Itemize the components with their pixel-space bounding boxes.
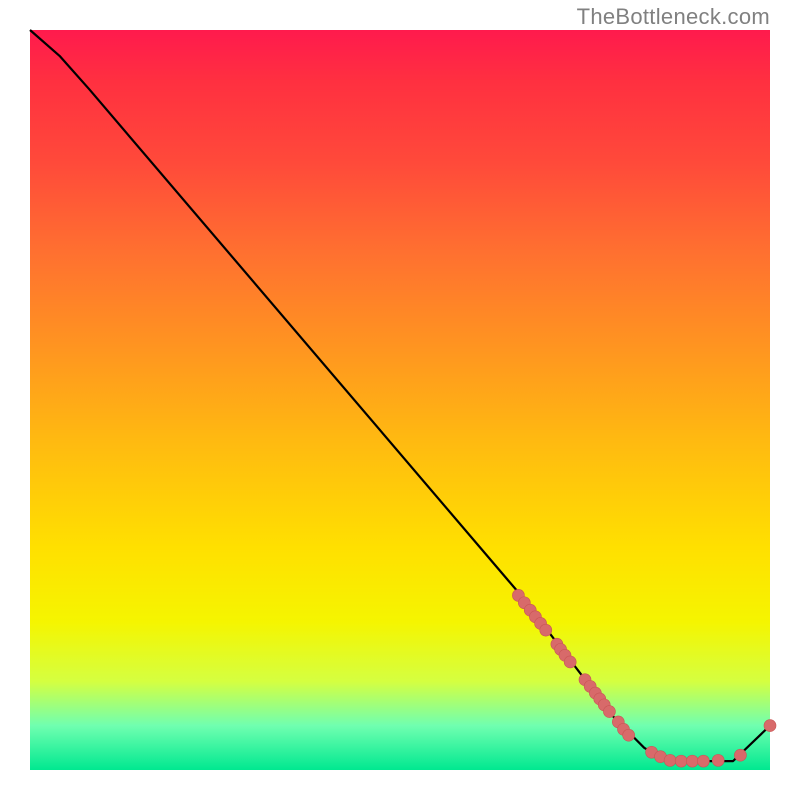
data-point bbox=[686, 755, 698, 767]
data-point bbox=[734, 749, 746, 761]
data-point bbox=[675, 755, 687, 767]
data-point bbox=[623, 729, 635, 741]
chart-overlay-svg bbox=[30, 30, 770, 770]
chart-layer bbox=[30, 30, 776, 767]
bottleneck-curve bbox=[30, 30, 770, 761]
data-point bbox=[697, 755, 709, 767]
data-point-end bbox=[764, 720, 776, 732]
data-point bbox=[564, 656, 576, 668]
attribution-text: TheBottleneck.com bbox=[577, 4, 770, 30]
data-point bbox=[540, 624, 552, 636]
chart-canvas: TheBottleneck.com bbox=[0, 0, 800, 800]
data-point bbox=[712, 754, 724, 766]
data-point bbox=[603, 706, 615, 718]
data-point bbox=[664, 754, 676, 766]
